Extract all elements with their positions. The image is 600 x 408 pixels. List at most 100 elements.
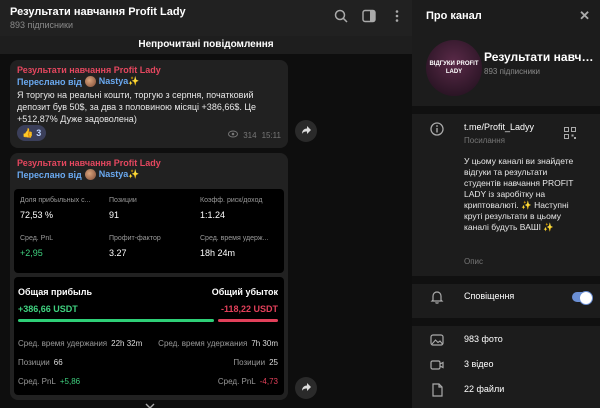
bell-icon <box>430 290 444 304</box>
row-value: 25 <box>269 358 278 367</box>
stat-value: 91 <box>109 210 120 220</box>
stat-label: Сред. PnL <box>20 235 54 242</box>
channel-info-panel: Про канал ✕ ВІДГУКИ PROFIT LADY Результа… <box>412 0 600 408</box>
message-text: Я торгую на реальні кошти, торгую з серп… <box>17 90 257 124</box>
row-label: Сред. PnL <box>217 377 256 386</box>
author-avatar <box>84 76 96 87</box>
description-caption: Опис <box>464 257 484 266</box>
author-name[interactable]: Nastya✨ <box>99 169 140 180</box>
loss-pnl-row: Сред. PnL -4,73 <box>218 377 278 386</box>
chat-area: Результати навчання Profit Lady 893 підп… <box>0 0 412 408</box>
pnl-card[interactable]: Общая прибыль Общий убыток +386,66 USDT … <box>14 277 284 395</box>
row-value: 22h 32m <box>111 339 143 348</box>
search-icon[interactable] <box>334 9 348 23</box>
videos-count: 3 відео <box>464 359 494 369</box>
author-name[interactable]: Nastya✨ <box>99 76 140 87</box>
notifications-label: Сповіщення <box>464 291 515 301</box>
channel-avatar[interactable]: ВІДГУКИ PROFIT LADY <box>426 40 482 96</box>
stat-label: Доля прибыльных с... <box>20 197 91 204</box>
loss-positions-row: Позиции 25 <box>233 358 278 367</box>
channel-description: У цьому каналі ви знайдете відгуки та ре… <box>464 156 574 232</box>
stats-card[interactable]: Доля прибыльных с... 72,53 % Позиции 91 … <box>14 189 284 273</box>
loss-value: -118,22 USDT <box>220 304 278 314</box>
stat-value: 3.27 <box>109 248 127 258</box>
row-label: Сред. время удержания <box>158 339 248 348</box>
stat-label: Позиции <box>109 197 137 204</box>
profit-positions-row: Позиции 66 <box>18 358 63 367</box>
message-time: 15:11 <box>261 130 281 140</box>
thumbs-up-icon: 👍 <box>22 127 34 138</box>
stat-risk-reward: Коэфф. риск/доход 1:1.24 <box>200 197 262 220</box>
stat-value: 18h 24m <box>200 248 236 258</box>
stat-value: +2,95 <box>20 248 43 258</box>
message-channel-name[interactable]: Результати навчання Profit Lady <box>17 158 281 168</box>
share-icon <box>301 122 312 140</box>
loss-bar <box>218 319 278 322</box>
row-value: 7h 30m <box>251 339 278 348</box>
forwarded-from[interactable]: Переслано від Nastya✨ <box>17 76 281 87</box>
channel-subscribers: 893 підписники <box>484 67 541 76</box>
info-icon <box>430 122 444 136</box>
message-1[interactable]: Результати навчання Profit Lady Переслан… <box>10 60 288 148</box>
view-count: 314 <box>243 130 257 140</box>
panel-header: Про канал ✕ <box>412 0 600 36</box>
notifications-toggle[interactable] <box>572 291 593 305</box>
share-button[interactable] <box>295 120 317 142</box>
chevron-down-icon[interactable] <box>145 396 155 408</box>
divider <box>412 106 600 114</box>
channel-link[interactable]: t.me/Profit_Ladyy <box>464 122 534 132</box>
forwarded-from[interactable]: Переслано від Nastya✨ <box>17 169 281 180</box>
chat-header[interactable]: Результати навчання Profit Lady 893 підп… <box>0 0 412 36</box>
link-caption: Посилання <box>464 136 505 145</box>
stat-win-rate: Доля прибыльных с... 72,53 % <box>20 197 90 220</box>
channel-profile: ВІДГУКИ PROFIT LADY Результати навчан...… <box>412 36 600 106</box>
profit-hold-row: Сред. время удержания 22h 32m <box>18 339 142 348</box>
share-icon <box>301 379 312 397</box>
photos-count: 983 фото <box>464 334 503 344</box>
panel-title: Про канал <box>426 10 482 22</box>
stat-avg-pnl: Сред. PnL +2,95 <box>20 235 53 258</box>
notifications-row[interactable]: Сповіщення <box>412 291 600 307</box>
sidebar-icon[interactable] <box>362 9 376 23</box>
reaction-chip[interactable]: 👍 3 <box>17 125 47 141</box>
stat-positions: Позиции 91 <box>109 197 137 220</box>
photos-row[interactable]: 983 фото <box>412 334 600 350</box>
author-avatar <box>84 169 96 180</box>
close-icon[interactable]: ✕ <box>579 8 590 24</box>
video-icon <box>430 358 444 372</box>
channel-name: Результати навчан... <box>484 50 596 64</box>
message-channel-name[interactable]: Результати навчання Profit Lady <box>17 65 281 75</box>
reaction-count: 3 <box>36 128 42 138</box>
loss-label: Общий убыток <box>211 287 278 297</box>
stat-label: Профит-фактор <box>109 235 161 242</box>
divider <box>412 318 600 326</box>
stat-value: 72,53 % <box>20 210 54 220</box>
profit-pnl-row: Сред. PnL +5,86 <box>18 377 80 386</box>
files-row[interactable]: 22 файли <box>412 383 600 400</box>
forwarded-label: Переслано від <box>17 169 82 180</box>
stat-value: 1:1.24 <box>200 210 226 220</box>
description-row: У цьому каналі ви знайдете відгуки та ре… <box>412 156 600 268</box>
share-button[interactable] <box>295 377 317 399</box>
videos-row[interactable]: 3 відео <box>412 359 600 375</box>
row-value: 66 <box>53 358 63 367</box>
message-meta: 314 15:11 <box>228 130 281 140</box>
forwarded-label: Переслано від <box>17 76 82 87</box>
qr-icon[interactable] <box>564 126 576 144</box>
stat-label: Коэфф. риск/доход <box>200 197 263 204</box>
eye-icon <box>228 130 239 140</box>
row-value: -4,73 <box>259 377 278 386</box>
files-count: 22 файли <box>464 384 505 394</box>
photo-icon <box>430 333 444 347</box>
message-2[interactable]: Результати навчання Profit Lady Переслан… <box>10 153 288 400</box>
row-label: Позиции <box>18 358 50 367</box>
profit-bar <box>18 319 214 322</box>
row-label: Позиции <box>233 358 266 367</box>
row-label: Сред. PnL <box>18 377 56 386</box>
stat-profit-factor: Профит-фактор 3.27 <box>109 235 161 258</box>
row-label: Сред. время удержания <box>18 339 108 348</box>
more-icon[interactable] <box>390 9 404 23</box>
unread-banner: Непрочитані повідомлення <box>0 36 412 54</box>
file-icon <box>430 383 444 397</box>
loss-hold-row: Сред. время удержания 7h 30m <box>158 339 278 348</box>
